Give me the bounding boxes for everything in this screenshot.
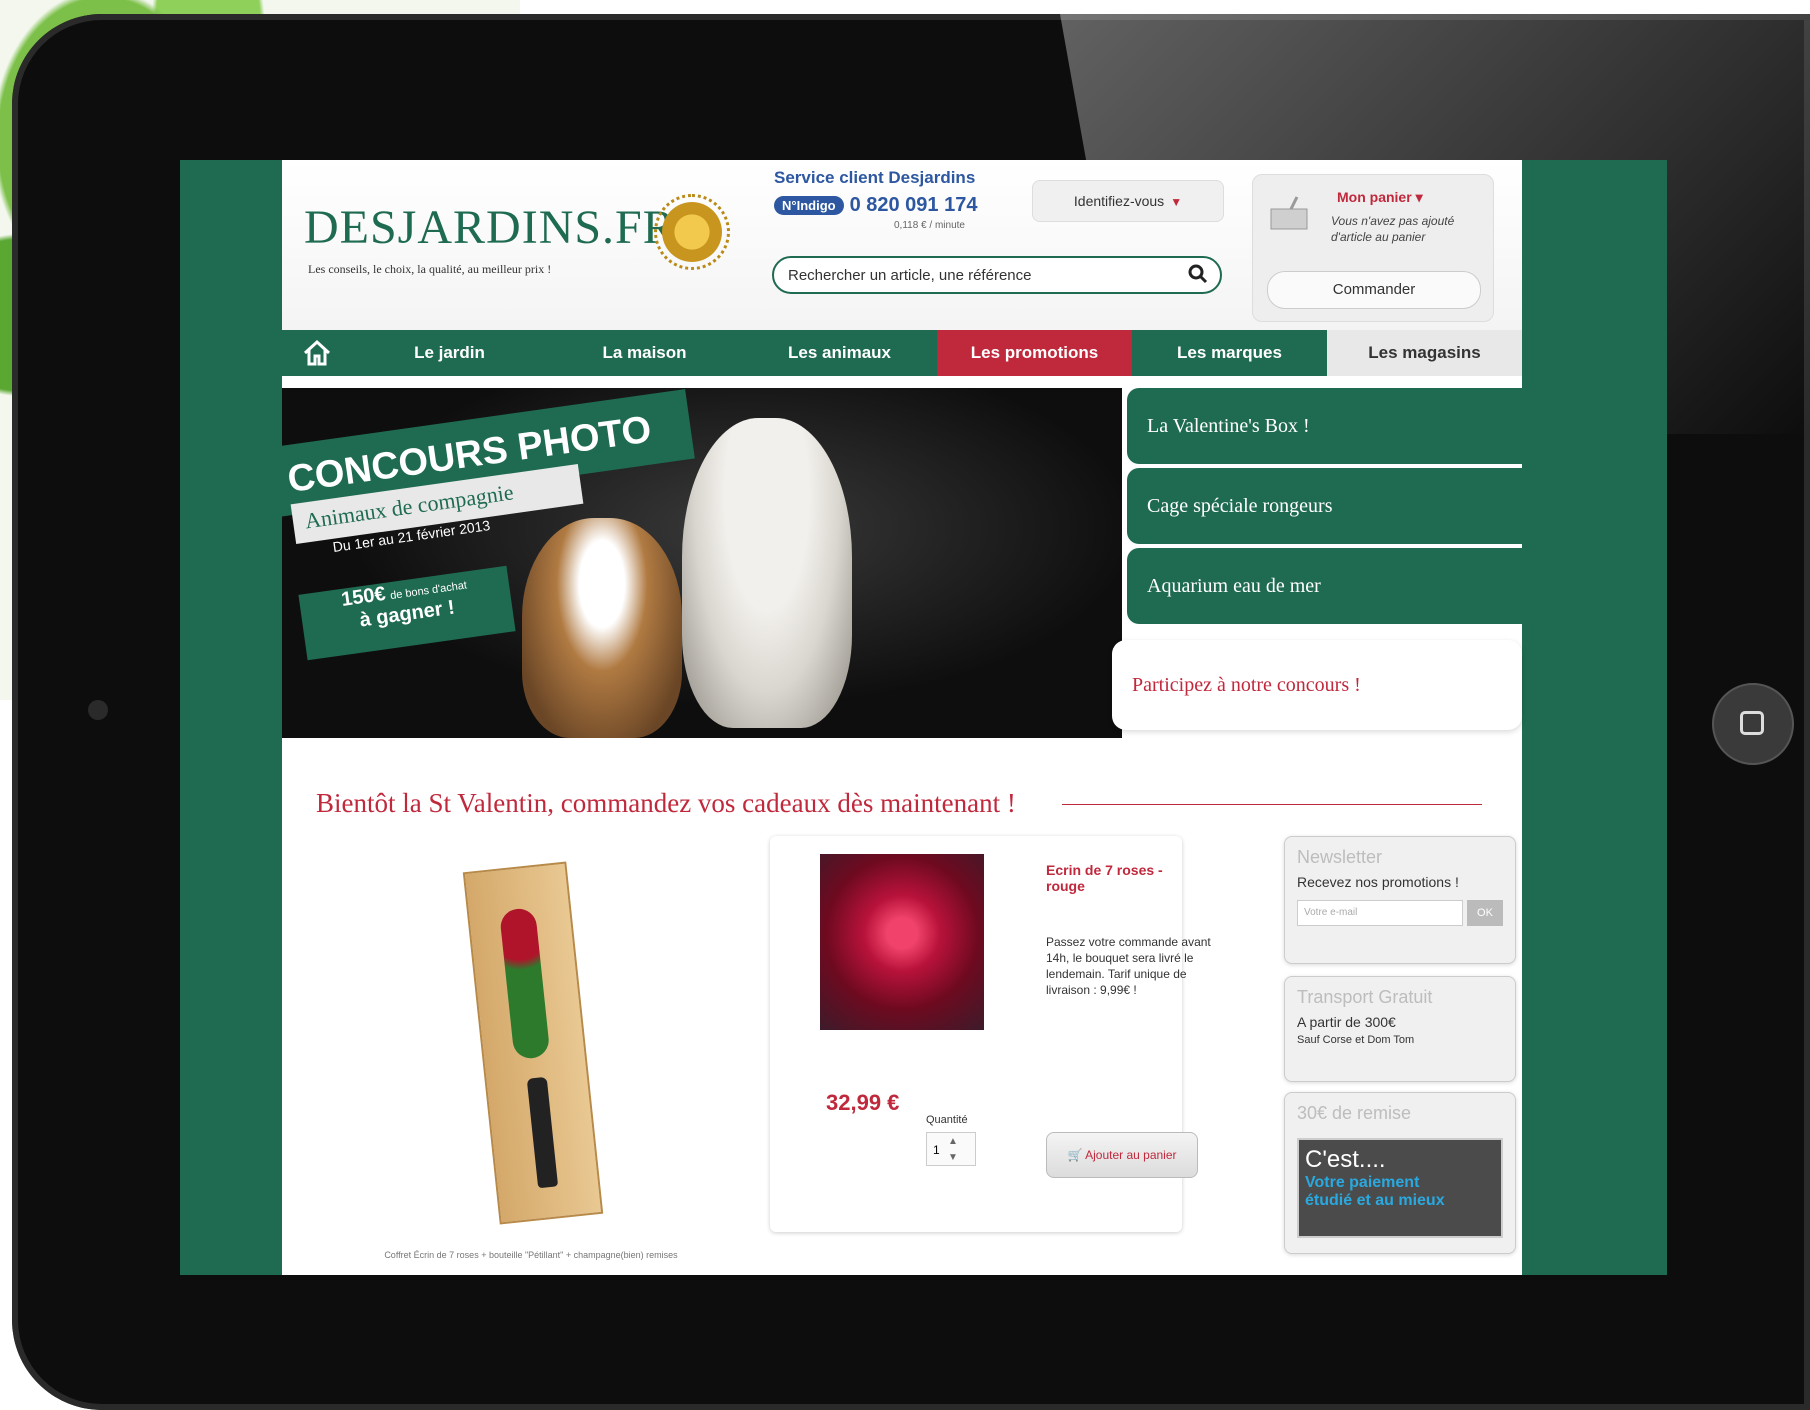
cart-title[interactable]: Mon panier ▾	[1337, 189, 1423, 206]
contest-link[interactable]: Participez à notre concours !	[1112, 640, 1522, 730]
nav-item-maison[interactable]: La maison	[547, 330, 742, 376]
rose-image[interactable]	[820, 854, 984, 1030]
phone-rate: 0,118 € / minute	[894, 220, 965, 231]
discount-widget[interactable]: 30€ de remise C'est.... Votre paiement é…	[1284, 1092, 1516, 1254]
side-link-valentine[interactable]: La Valentine's Box !	[1127, 388, 1522, 464]
discount-promo-image: C'est.... Votre paiement étudié et au mi…	[1297, 1138, 1503, 1238]
product-caption: Coffret Écrin de 7 roses + bouteille "Pé…	[384, 1250, 678, 1260]
product-price: 32,99 €	[826, 1090, 900, 1115]
newsletter-title: Newsletter	[1297, 847, 1383, 867]
basket-icon	[1270, 196, 1308, 230]
basket-icon: 🛒	[1067, 1148, 1083, 1162]
stepper-down-icon[interactable]: ▼	[948, 1152, 962, 1164]
side-link-aquarium[interactable]: Aquarium eau de mer	[1127, 548, 1522, 624]
main-nav: Le jardin La maison Les animaux Les prom…	[282, 330, 1522, 376]
discount-line2: Votre paiement	[1305, 1174, 1420, 1191]
roses-image	[498, 907, 551, 1061]
product-description: Passez votre commande avant 14h, le bouq…	[1046, 935, 1211, 997]
nav-item-jardin[interactable]: Le jardin	[352, 330, 547, 376]
home-button[interactable]	[1712, 683, 1794, 765]
site-logo[interactable]: DESJARDINS.FR	[304, 200, 676, 255]
tablet-screen: DESJARDINS.FR Les conseils, le choix, la…	[180, 160, 1667, 1275]
caret-down-icon: ▾	[1415, 189, 1423, 205]
add-to-cart-button[interactable]: 🛒 Ajouter au panier	[1046, 1132, 1198, 1178]
cart-title-label: Mon panier	[1337, 189, 1412, 205]
nav-item-animaux[interactable]: Les animaux	[742, 330, 937, 376]
product-main-image[interactable]: Coffret Écrin de 7 roses + bouteille "Pé…	[316, 836, 746, 1275]
indigo-badge: N°Indigo	[774, 196, 844, 215]
order-button[interactable]: Commander	[1267, 271, 1481, 309]
discount-line1: C'est....	[1305, 1146, 1386, 1173]
nav-item-magasins[interactable]: Les magasins	[1327, 330, 1522, 376]
search-placeholder: Rechercher un article, une référence	[788, 267, 1032, 284]
newsletter-widget: Newsletter Recevez nos promotions ! Votr…	[1284, 836, 1516, 964]
cart-note: Vous n'avez pas ajouté d'article au pani…	[1331, 214, 1455, 244]
search-input[interactable]: Rechercher un article, une référence	[772, 256, 1222, 294]
promo-banner[interactable]: CONCOURS PHOTO Animaux de compagnie Du 1…	[282, 388, 1122, 738]
login-label: Identifiez-vous	[1073, 193, 1165, 209]
cart-box: Mon panier ▾ Vous n'avez pas ajouté d'ar…	[1252, 174, 1494, 322]
banner-prize: 150€ de bons d'achat à gagner !	[298, 565, 516, 661]
web-page: DESJARDINS.FR Les conseils, le choix, la…	[282, 160, 1522, 1275]
phone-row: N°Indigo 0 820 091 174	[774, 194, 977, 217]
service-title: Service client Desjardins	[774, 168, 976, 187]
caret-down-icon: ▼	[1170, 195, 1183, 209]
quantity-label: Quantité	[926, 1114, 968, 1126]
bottle-image	[526, 1076, 559, 1189]
shipping-note: Sauf Corse et Dom Tom	[1297, 1034, 1415, 1046]
stepper-up-icon[interactable]: ▲	[948, 1136, 962, 1148]
product-card: Ecrin de 7 roses - rouge Passez votre co…	[770, 836, 1211, 1232]
product-name[interactable]: Ecrin de 7 roses - rouge	[1046, 862, 1182, 894]
site-tagline: Les conseils, le choix, la qualité, au m…	[308, 262, 552, 276]
gift-box-image	[462, 861, 604, 1225]
discount-title: 30€ de remise	[1297, 1103, 1412, 1123]
nav-item-marques[interactable]: Les marques	[1132, 330, 1327, 376]
camera-icon	[88, 700, 108, 720]
shipping-widget[interactable]: Transport Gratuit A partir de 300€ Sauf …	[1284, 976, 1516, 1082]
search-icon[interactable]	[1188, 264, 1208, 284]
nav-home[interactable]	[282, 330, 352, 376]
section-rule	[1062, 804, 1482, 805]
side-link-cage[interactable]: Cage spéciale rongeurs	[1127, 468, 1522, 544]
bulldog-image	[682, 418, 852, 728]
discount-line3: étudié et au mieux	[1305, 1192, 1445, 1209]
shipping-text: A partir de 300€	[1297, 1014, 1396, 1030]
service-phone[interactable]: 0 820 091 174	[850, 194, 978, 217]
nav-item-promotions[interactable]: Les promotions	[937, 330, 1132, 376]
add-to-cart-label: Ajouter au panier	[1085, 1148, 1177, 1162]
home-icon	[303, 339, 331, 366]
section-title: Bientôt la St Valentin, commandez vos ca…	[316, 788, 1016, 818]
side-links: La Valentine's Box ! Cage spéciale ronge…	[1127, 388, 1522, 628]
home-square-icon	[1740, 711, 1764, 735]
quality-seal-icon	[654, 194, 730, 270]
login-dropdown[interactable]: Identifiez-vous ▼	[1032, 180, 1224, 222]
site-header: DESJARDINS.FR Les conseils, le choix, la…	[282, 160, 1522, 330]
newsletter-text: Recevez nos promotions !	[1297, 874, 1459, 890]
email-field[interactable]: Votre e-mail	[1297, 900, 1463, 926]
shipping-title: Transport Gratuit	[1297, 987, 1433, 1007]
puppy-image	[522, 518, 682, 738]
newsletter-form: Votre e-mail OK	[1285, 890, 1515, 936]
newsletter-ok-button[interactable]: OK	[1467, 900, 1503, 926]
